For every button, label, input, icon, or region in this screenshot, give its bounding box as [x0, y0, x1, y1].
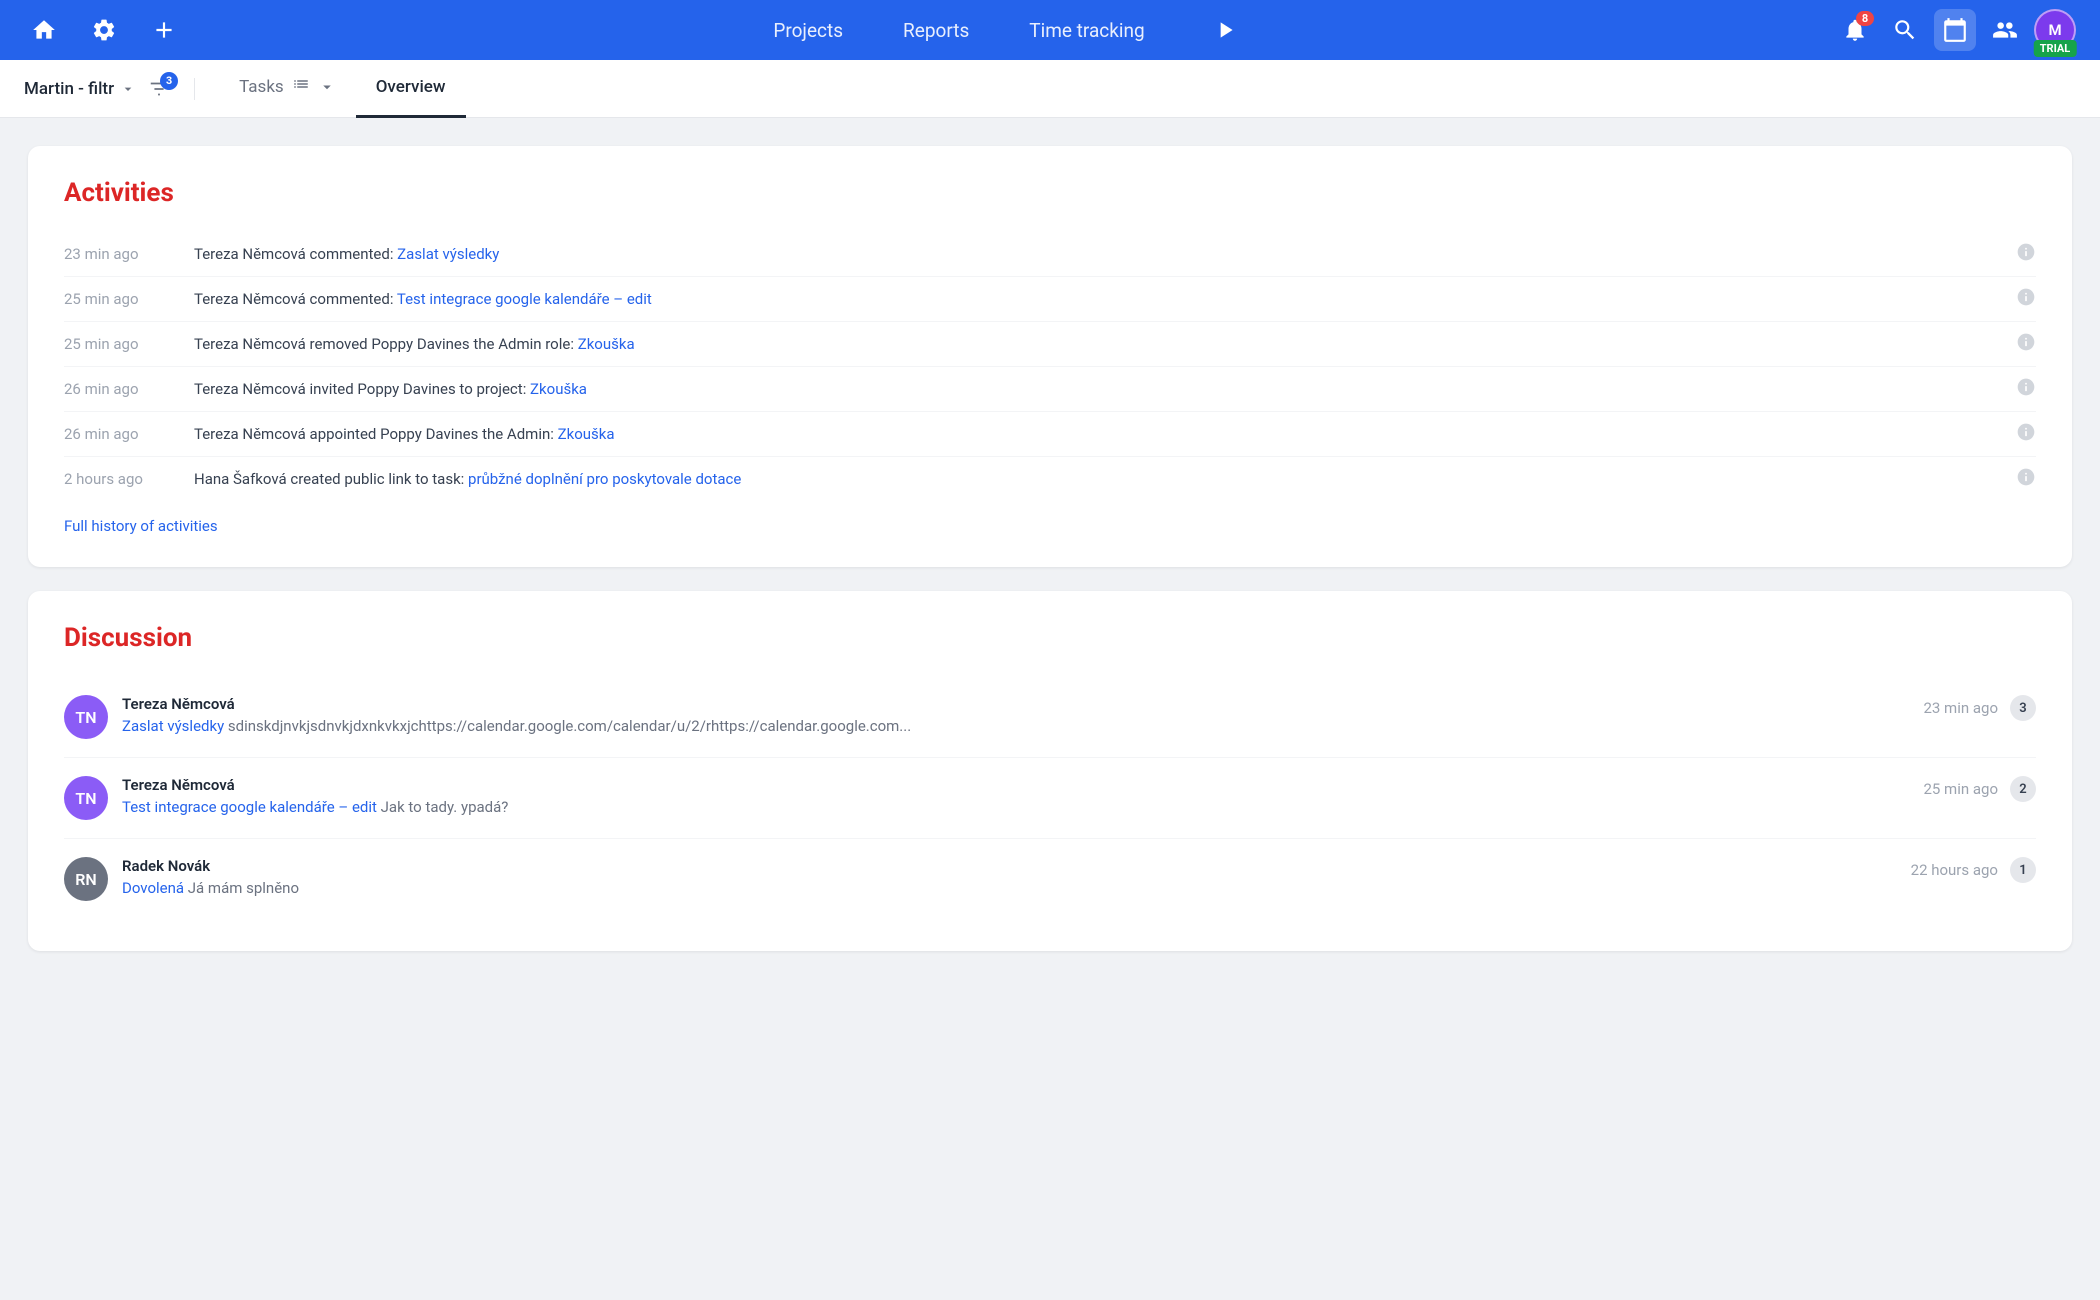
activity-text: Tereza Němcová removed Poppy Davines the… [194, 335, 2006, 353]
activity-row: 2 hours ago Hana Šafková created public … [64, 457, 2036, 501]
discussion-meta: 23 min ago 3 [1923, 695, 2036, 721]
activity-info-icon[interactable] [2006, 377, 2036, 401]
activity-time: 2 hours ago [64, 470, 194, 488]
discussion-content: Tereza Němcová Test integrace google kal… [122, 776, 1909, 816]
activity-row: 23 min ago Tereza Němcová commented: Zas… [64, 232, 2036, 277]
activity-info-icon[interactable] [2006, 332, 2036, 356]
activity-text: Tereza Němcová invited Poppy Davines to … [194, 380, 2006, 398]
activity-row: 25 min ago Tereza Němcová commented: Tes… [64, 277, 2036, 322]
discussion-author: Tereza Němcová [122, 776, 1909, 794]
activity-time: 26 min ago [64, 425, 194, 443]
overview-tab-label: Overview [376, 77, 446, 97]
filter-label[interactable]: Martin - filtr [24, 79, 136, 99]
filter-button[interactable]: 3 [148, 78, 170, 100]
discussion-card: Discussion TN Tereza Němcová Zaslat výsl… [28, 591, 2072, 951]
filter-badge: 3 [160, 72, 178, 90]
full-history-link[interactable]: Full history of activities [64, 517, 218, 535]
filter-section: Martin - filtr 3 [24, 78, 195, 100]
sub-navigation: Martin - filtr 3 Tasks Overview [0, 60, 2100, 118]
reports-nav-link[interactable]: Reports [903, 19, 969, 42]
activity-info-icon[interactable] [2006, 467, 2036, 491]
main-content: Activities 23 min ago Tereza Němcová com… [0, 118, 2100, 1003]
team-button[interactable] [1984, 9, 2026, 51]
activity-text: Tereza Němcová appointed Poppy Davines t… [194, 425, 2006, 443]
discussion-avatar: TN [64, 776, 108, 820]
activity-info-icon[interactable] [2006, 287, 2036, 311]
activity-link[interactable]: Zaslat výsledky [397, 245, 499, 263]
activity-time: 23 min ago [64, 245, 194, 263]
discussion-message: Zaslat výsledky sdinskdjnvkjsdnvkjdxnkvk… [122, 717, 1022, 735]
activity-text: Hana Šafková created public link to task… [194, 470, 2006, 488]
discussion-count: 2 [2010, 776, 2036, 802]
top-navigation: Projects Reports Time tracking 8 M TRIAL [0, 0, 2100, 60]
add-icon[interactable] [144, 10, 184, 50]
play-icon[interactable] [1205, 10, 1245, 50]
time-tracking-nav-link[interactable]: Time tracking [1029, 19, 1144, 42]
calendar-button[interactable] [1934, 9, 1976, 51]
discussion-task-link[interactable]: Dovolená [122, 879, 184, 897]
activity-link[interactable]: Zkouška [558, 425, 615, 443]
activities-list: 23 min ago Tereza Němcová commented: Zas… [64, 232, 2036, 501]
discussion-avatar: TN [64, 695, 108, 739]
discussion-count: 1 [2010, 857, 2036, 883]
activity-text: Tereza Němcová commented: Test integrace… [194, 290, 2006, 308]
activity-row: 26 min ago Tereza Němcová invited Poppy … [64, 367, 2036, 412]
activity-link[interactable]: Zkouška [530, 380, 587, 398]
discussion-meta: 25 min ago 2 [1923, 776, 2036, 802]
search-button[interactable] [1884, 9, 1926, 51]
tab-overview[interactable]: Overview [356, 60, 466, 118]
filter-label-text: Martin - filtr [24, 79, 114, 99]
discussion-item: TN Tereza Němcová Zaslat výsledky sdinsk… [64, 677, 2036, 758]
discussion-time: 22 hours ago [1911, 861, 1998, 879]
activity-text: Tereza Němcová commented: Zaslat výsledk… [194, 245, 2006, 263]
tab-section: Tasks Overview [219, 60, 465, 118]
activity-link[interactable]: Test integrace google kalendáře – edit [397, 290, 652, 308]
settings-icon[interactable] [84, 10, 124, 50]
discussion-meta: 22 hours ago 1 [1911, 857, 2036, 883]
activity-row: 26 min ago Tereza Němcová appointed Popp… [64, 412, 2036, 457]
activities-card: Activities 23 min ago Tereza Němcová com… [28, 146, 2072, 567]
activity-link[interactable]: Zkouška [578, 335, 635, 353]
activity-info-icon[interactable] [2006, 422, 2036, 446]
discussion-message: Test integrace google kalendáře – edit J… [122, 798, 1022, 816]
discussion-title: Discussion [64, 623, 2036, 653]
user-avatar-wrapper: M TRIAL [2034, 9, 2076, 51]
discussion-author: Radek Novák [122, 857, 1897, 875]
discussion-author: Tereza Němcová [122, 695, 1909, 713]
discussion-content: Tereza Němcová Zaslat výsledky sdinskdjn… [122, 695, 1909, 735]
discussion-avatar: RN [64, 857, 108, 901]
activity-time: 25 min ago [64, 335, 194, 353]
discussion-message: Dovolená Já mám splněno [122, 879, 1022, 897]
discussion-task-link[interactable]: Zaslat výsledky [122, 717, 224, 735]
discussion-item: TN Tereza Němcová Test integrace google … [64, 758, 2036, 839]
activity-link[interactable]: průbžné doplnění pro poskytovale dotace [468, 470, 741, 488]
activity-time: 26 min ago [64, 380, 194, 398]
projects-nav-link[interactable]: Projects [773, 19, 843, 42]
activities-title: Activities [64, 178, 2036, 208]
activity-time: 25 min ago [64, 290, 194, 308]
discussion-time: 25 min ago [1923, 780, 1998, 798]
discussion-content: Radek Novák Dovolená Já mám splněno [122, 857, 1897, 897]
activity-row: 25 min ago Tereza Němcová removed Poppy … [64, 322, 2036, 367]
discussion-item: RN Radek Novák Dovolená Já mám splněno 2… [64, 839, 2036, 919]
notifications-button[interactable]: 8 [1834, 9, 1876, 51]
tasks-tab-label: Tasks [239, 77, 284, 97]
home-icon[interactable] [24, 10, 64, 50]
trial-badge: TRIAL [2034, 40, 2077, 57]
discussion-task-link[interactable]: Test integrace google kalendáře – edit [122, 798, 377, 816]
activity-info-icon[interactable] [2006, 242, 2036, 266]
discussion-list: TN Tereza Němcová Zaslat výsledky sdinsk… [64, 677, 2036, 919]
discussion-count: 3 [2010, 695, 2036, 721]
tab-tasks[interactable]: Tasks [219, 60, 356, 118]
notification-badge: 8 [1856, 11, 1874, 26]
discussion-time: 23 min ago [1923, 699, 1998, 717]
